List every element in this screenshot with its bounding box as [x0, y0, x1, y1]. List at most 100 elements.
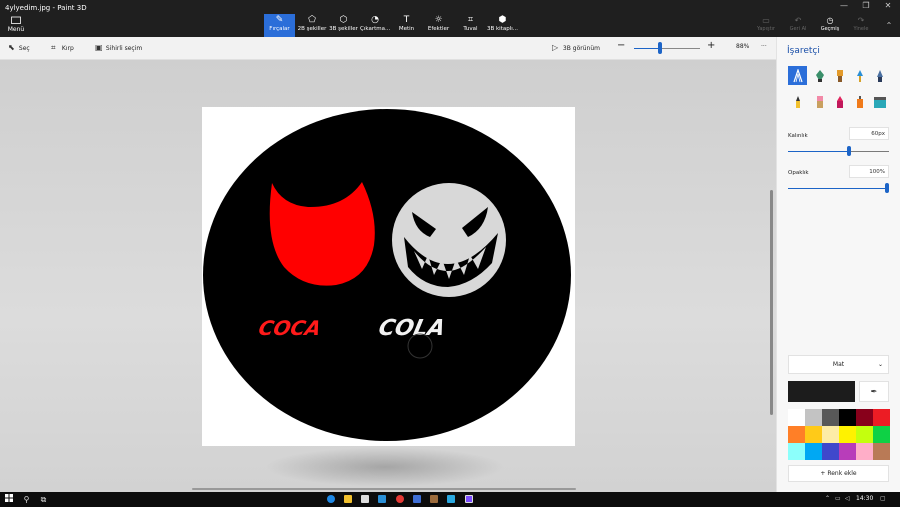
palette-swatch[interactable] [788, 409, 805, 426]
redo-button[interactable]: ↷ Yinele [846, 15, 876, 37]
tab-stickers[interactable]: ◔ Çıkartma... [360, 14, 390, 37]
select-tool[interactable]: ⬉ Seç [8, 43, 30, 52]
palette-swatch[interactable] [805, 443, 822, 460]
undo-label: Geri Al [789, 26, 807, 32]
history-icon: ◷ [826, 16, 834, 25]
thickness-label: Kalınlık [788, 133, 808, 139]
edge-icon[interactable] [327, 495, 335, 503]
pencil-icon [795, 95, 800, 108]
palette-swatch[interactable] [822, 426, 839, 443]
tab-2d-shapes[interactable]: ⬠ 2B şekiller [297, 14, 327, 37]
paste-button[interactable]: ▭ Yapıştır [751, 15, 781, 37]
menu-button[interactable]: Menü [5, 16, 27, 36]
palette-swatch[interactable] [822, 409, 839, 426]
zoom-slider-thumb[interactable] [658, 42, 663, 54]
store-icon[interactable] [361, 495, 369, 503]
photos-icon[interactable] [447, 495, 455, 503]
eraser-icon [816, 95, 823, 108]
view-3d-toggle[interactable]: ▷ 3B görünüm [552, 43, 600, 52]
marker-icon [792, 68, 803, 82]
thickness-slider-track[interactable] [788, 151, 889, 152]
brush-pixel-pen[interactable] [870, 66, 889, 85]
horizontal-scrollbar[interactable] [192, 488, 576, 490]
palette-swatch[interactable] [873, 426, 890, 443]
add-color-button[interactable]: + Renk ekle [788, 465, 889, 482]
brush-crayon[interactable] [830, 92, 849, 111]
zoom-out-button[interactable]: − [617, 40, 625, 51]
brush-marker[interactable] [788, 66, 807, 85]
brush-calligraphy-pen[interactable] [810, 66, 829, 85]
magic-select-tool[interactable]: ▣ Sihirli seçim [95, 43, 142, 52]
network-icon[interactable]: ▭ [835, 495, 841, 502]
file-explorer-icon[interactable] [344, 495, 352, 503]
tab-text[interactable]: T Metin [394, 14, 419, 37]
palette-swatch[interactable] [805, 426, 822, 443]
minimize-button[interactable]: — [833, 0, 855, 12]
notifications-icon[interactable]: ▢ [880, 495, 886, 502]
tab-brushes[interactable]: ✎ Fırçalar [264, 14, 295, 37]
tab-3d-library[interactable]: ⬢ 3B kitaplı... [486, 14, 519, 37]
brushes-panel: İşaretçi Kalınlık 60px Opaklık 100% Mat [776, 37, 900, 492]
palette-swatch[interactable] [839, 443, 856, 460]
history-button[interactable]: ◷ Geçmiş [815, 15, 845, 37]
palette-swatch[interactable] [788, 443, 805, 460]
more-options-button[interactable]: ··· [761, 43, 767, 50]
tab-3d-shapes[interactable]: ⬡ 3B şekiller [329, 14, 358, 37]
volume-icon[interactable]: ◁ [845, 495, 850, 502]
brush-watercolor[interactable] [850, 66, 869, 85]
opacity-slider-thumb[interactable] [885, 183, 889, 193]
mail-icon[interactable] [378, 495, 386, 503]
brush-fill[interactable] [870, 92, 889, 111]
collapse-ribbon-icon[interactable]: ⌃ [878, 20, 900, 32]
palette-swatch[interactable] [856, 409, 873, 426]
crop-tool[interactable]: ⌗ Kırp [51, 43, 74, 53]
palette-swatch[interactable] [822, 443, 839, 460]
palette-swatch[interactable] [839, 426, 856, 443]
brush-pencil[interactable] [788, 92, 807, 111]
palette-swatch[interactable] [788, 426, 805, 443]
undo-button[interactable]: ↶ Geri Al [783, 15, 813, 37]
palette-swatch[interactable] [873, 443, 890, 460]
tray-chevron-icon[interactable]: ⌃ [825, 495, 830, 502]
thickness-input[interactable]: 60px [849, 127, 889, 140]
panel-title: İşaretçi [787, 46, 820, 56]
finish-dropdown[interactable]: Mat ⌄ [788, 355, 889, 374]
palette-swatch[interactable] [856, 443, 873, 460]
palette-swatch[interactable] [839, 409, 856, 426]
paint-3d-icon[interactable] [465, 495, 473, 503]
tab-effects[interactable]: ☼ Efektler [426, 14, 451, 37]
clock[interactable]: 14:30 [856, 495, 873, 502]
finish-value: Mat [832, 361, 845, 368]
task-view-icon[interactable]: ⧉ [38, 494, 49, 505]
brush-eraser[interactable] [810, 92, 829, 111]
app-icon-blue[interactable] [413, 495, 421, 503]
zoom-slider-track[interactable] [634, 48, 700, 49]
windows-start-icon[interactable] [3, 494, 14, 505]
vertical-scrollbar[interactable] [770, 190, 773, 415]
opacity-slider-track[interactable] [788, 188, 889, 189]
brush-spray-can[interactable] [850, 92, 869, 111]
drawing-canvas[interactable]: COCA COLA [202, 107, 575, 446]
zoom-in-button[interactable]: + [707, 40, 715, 51]
eyedropper-button[interactable]: ✒ [859, 381, 889, 402]
opacity-input[interactable]: 100% [849, 165, 889, 178]
current-color-swatch[interactable] [788, 381, 855, 402]
zoom-slider-fill [634, 48, 661, 49]
black-circle [203, 109, 571, 441]
tab-3d-shapes-label: 3B şekiller [329, 26, 358, 32]
app-icon-brown[interactable] [430, 495, 438, 503]
search-icon[interactable]: ⚲ [21, 494, 32, 505]
tab-3d-library-label: 3B kitaplı... [486, 26, 519, 32]
palette-swatch[interactable] [856, 426, 873, 443]
brush-oil-brush[interactable] [830, 66, 849, 85]
palette-swatch[interactable] [873, 409, 890, 426]
view-3d-label: 3B görünüm [562, 45, 600, 52]
tab-canvas[interactable]: ⌗ Tuval [458, 14, 483, 37]
maximize-button[interactable]: ❐ [855, 0, 877, 12]
zoom-value: 88% [736, 43, 750, 50]
palette-swatch[interactable] [805, 409, 822, 426]
magic-select-icon: ▣ [95, 43, 103, 52]
opera-icon[interactable] [396, 495, 404, 503]
close-button[interactable]: ✕ [877, 0, 899, 12]
thickness-slider-thumb[interactable] [846, 146, 851, 156]
